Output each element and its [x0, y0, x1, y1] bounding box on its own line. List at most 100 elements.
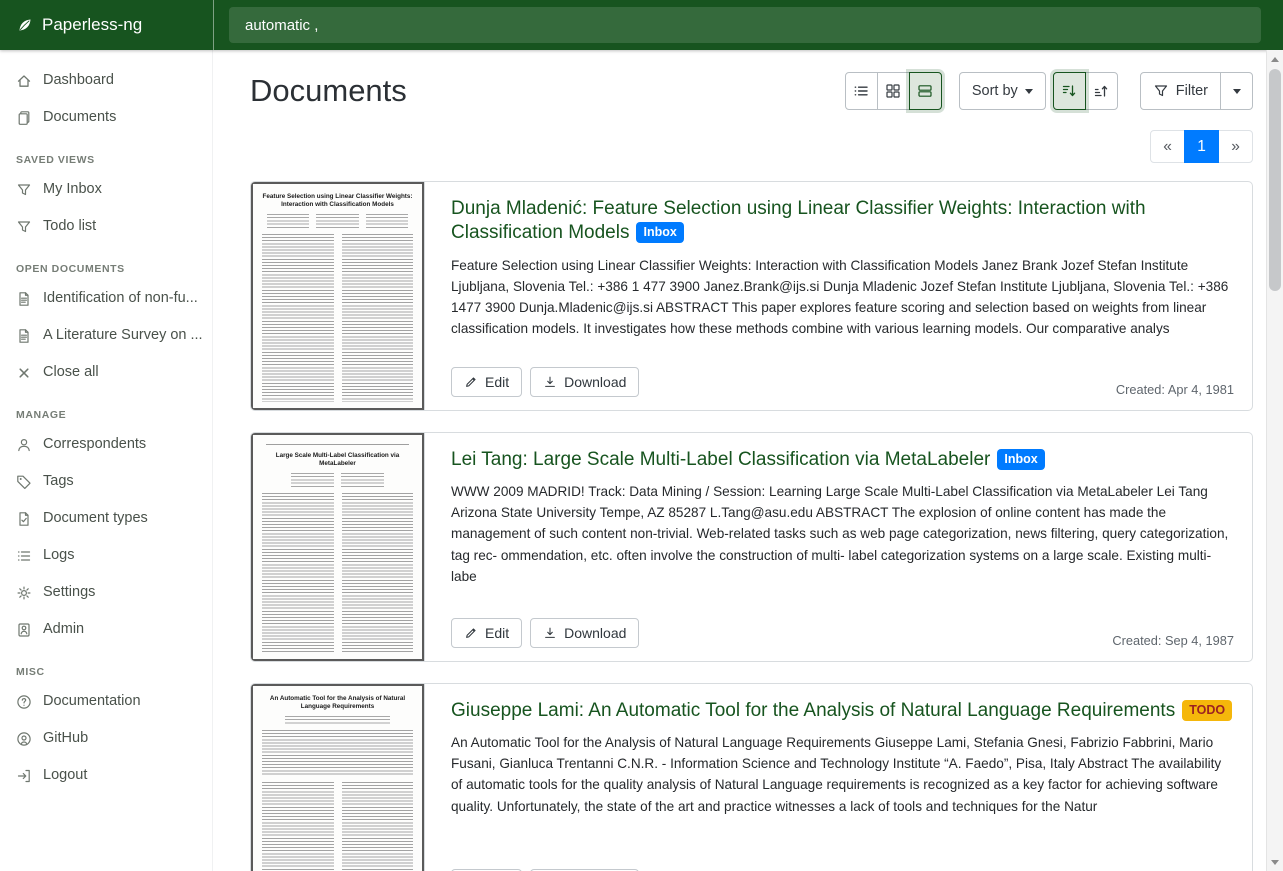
sidebar-item-close-all[interactable]: Close all	[0, 354, 212, 391]
doc-title-link[interactable]: Dunja Mladenić: Feature Selection using …	[451, 197, 1234, 246]
view-grid-button[interactable]	[877, 72, 910, 110]
sidebar-item-dashboard[interactable]: Dashboard	[0, 62, 212, 99]
sidebar-item-label: Close all	[43, 362, 99, 383]
doc-card-body: Giuseppe Lami: An Automatic Tool for the…	[425, 684, 1252, 871]
tag-icon	[16, 474, 32, 490]
doc-card-footer: Edit Download Created: Apr 4, 1981	[451, 367, 1234, 397]
sidebar-item-logout[interactable]: Logout	[0, 757, 212, 794]
scrollbar-up-arrow[interactable]	[1267, 51, 1283, 67]
thumbnail-text-columns	[262, 782, 413, 871]
sort-by-label: Sort by	[972, 83, 1018, 99]
doc-excerpt: An Automatic Tool for the Analysis of Na…	[451, 732, 1234, 816]
chevron-down-icon	[1025, 89, 1033, 94]
sidebar-item-documents[interactable]: Documents	[0, 99, 212, 136]
pencil-icon	[464, 626, 478, 640]
pagination-prev-button[interactable]: «	[1150, 130, 1185, 163]
document-card: Feature Selection using Linear Classifie…	[250, 181, 1253, 411]
download-button[interactable]: Download	[530, 618, 639, 648]
sidebar-item-my-inbox[interactable]: My Inbox	[0, 171, 212, 208]
download-icon	[543, 375, 557, 389]
funnel-icon	[16, 182, 32, 198]
pagination: « 1 »	[250, 130, 1253, 163]
pagination-next-button[interactable]: »	[1218, 130, 1253, 163]
global-search-input[interactable]	[229, 7, 1261, 43]
thumbnail-authors	[267, 473, 409, 487]
funnel-icon	[1153, 83, 1169, 99]
doc-title-link[interactable]: Lei Tang: Large Scale Multi-Label Classi…	[451, 448, 1234, 472]
chevron-down-icon	[1233, 89, 1241, 94]
sidebar-item-label: Todo list	[43, 216, 96, 237]
documents-icon	[16, 110, 32, 126]
topbar: Paperless-ng	[0, 0, 1283, 50]
filter-caret-button[interactable]	[1220, 72, 1253, 110]
person-icon	[16, 437, 32, 453]
download-button[interactable]: Download	[530, 367, 639, 397]
sidebar-item-tags[interactable]: Tags	[0, 463, 212, 500]
doc-card-body: Dunja Mladenić: Feature Selection using …	[425, 182, 1252, 410]
status-badge[interactable]: Inbox	[636, 222, 683, 243]
documents-page: Documents	[213, 50, 1283, 871]
sidebar-item-label: Dashboard	[43, 70, 114, 91]
edit-button[interactable]: Edit	[451, 618, 522, 648]
doc-title-text: Dunja Mladenić: Feature Selection using …	[451, 198, 1146, 243]
sidebar-section-open-documents: OPEN DOCUMENTS	[0, 245, 212, 280]
sidebar-item-correspondents[interactable]: Correspondents	[0, 426, 212, 463]
sort-descending-button[interactable]	[1053, 72, 1086, 110]
paperless-app: Paperless-ng Dashboard Documents SAVED V…	[0, 0, 1283, 871]
sort-numeric-down-icon	[1061, 83, 1077, 99]
status-badge[interactable]: Inbox	[997, 449, 1044, 470]
sidebar-item-open-doc-2[interactable]: A Literature Survey on ...	[0, 317, 212, 354]
sidebar-item-todo-list[interactable]: Todo list	[0, 208, 212, 245]
scrollbar-thumb[interactable]	[1269, 69, 1281, 291]
doc-thumbnail[interactable]: Feature Selection using Linear Classifie…	[251, 182, 425, 410]
pencil-icon	[464, 375, 478, 389]
question-circle-icon	[16, 694, 32, 710]
sidebar-item-label: Document types	[43, 508, 148, 529]
sidebar-item-label: Logs	[43, 545, 74, 566]
status-badge[interactable]: TODO	[1182, 700, 1232, 721]
logout-icon	[16, 768, 32, 784]
sidebar-item-documentation[interactable]: Documentation	[0, 683, 212, 720]
view-details-button[interactable]	[909, 72, 942, 110]
person-badge-icon	[16, 622, 32, 638]
sidebar-section-saved-views: SAVED VIEWS	[0, 136, 212, 171]
thumbnail-title: Large Scale Multi-Label Classification v…	[262, 452, 413, 468]
thumbnail-authors	[285, 716, 391, 724]
sort-ascending-button[interactable]	[1085, 72, 1118, 110]
grid-view-icon	[885, 83, 901, 99]
sort-by-dropdown[interactable]: Sort by	[959, 72, 1046, 110]
file-icon	[16, 328, 32, 344]
file-icon	[16, 291, 32, 307]
sort-direction-group	[1053, 72, 1118, 110]
doc-title-link[interactable]: Giuseppe Lami: An Automatic Tool for the…	[451, 699, 1234, 723]
sidebar-item-open-doc-1[interactable]: Identification of non-fu...	[0, 280, 212, 317]
filter-label: Filter	[1176, 83, 1208, 99]
edit-button[interactable]: Edit	[451, 367, 522, 397]
download-icon	[543, 626, 557, 640]
document-card: Large Scale Multi-Label Classification v…	[250, 432, 1253, 662]
sidebar-section-manage: MANAGE	[0, 391, 212, 426]
doc-title-text: Giuseppe Lami: An Automatic Tool for the…	[451, 700, 1175, 721]
page-scrollbar[interactable]	[1266, 50, 1283, 871]
doc-thumbnail[interactable]: Large Scale Multi-Label Classification v…	[251, 433, 425, 661]
sidebar-item-settings[interactable]: Settings	[0, 574, 212, 611]
sidebar-section-misc: MISC	[0, 648, 212, 683]
sidebar-item-logs[interactable]: Logs	[0, 537, 212, 574]
document-card: An Automatic Tool for the Analysis of Na…	[250, 683, 1253, 871]
scrollbar-down-arrow[interactable]	[1267, 854, 1283, 870]
created-date: Created: Sep 4, 1987	[1112, 633, 1234, 648]
github-icon	[16, 731, 32, 747]
sidebar-item-admin[interactable]: Admin	[0, 611, 212, 648]
pagination-page-1[interactable]: 1	[1184, 130, 1219, 163]
close-icon	[16, 365, 32, 381]
sidebar-item-label: Correspondents	[43, 434, 146, 455]
doc-thumbnail[interactable]: An Automatic Tool for the Analysis of Na…	[251, 684, 425, 871]
brand-link[interactable]: Paperless-ng	[0, 0, 213, 50]
doc-card-body: Lei Tang: Large Scale Multi-Label Classi…	[425, 433, 1252, 661]
filter-button[interactable]: Filter	[1140, 72, 1221, 110]
thumbnail-title: Feature Selection using Linear Classifie…	[262, 193, 413, 209]
sidebar-item-github[interactable]: GitHub	[0, 720, 212, 757]
view-list-button[interactable]	[845, 72, 878, 110]
sidebar-item-document-types[interactable]: Document types	[0, 500, 212, 537]
sidebar-item-label: GitHub	[43, 728, 88, 749]
